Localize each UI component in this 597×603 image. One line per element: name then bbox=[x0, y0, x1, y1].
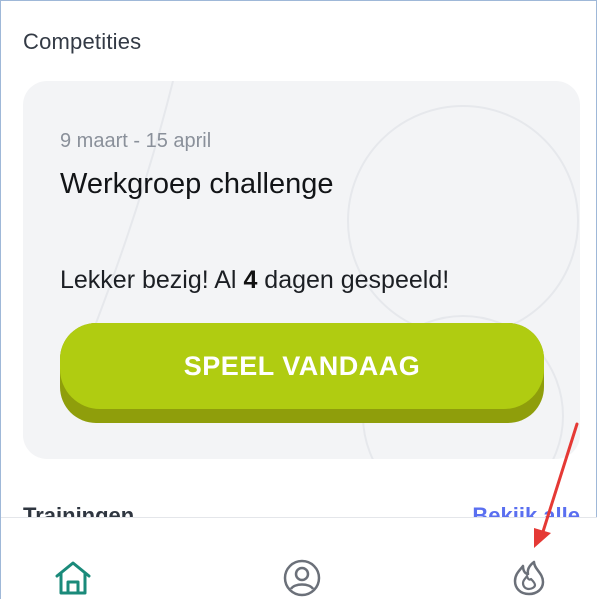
nav-competitions[interactable] bbox=[509, 558, 549, 598]
progress-message-suffix: dagen gespeeld! bbox=[257, 266, 450, 294]
app-frame: Competities 9 maart - 15 april Werkgroep… bbox=[0, 0, 597, 602]
nav-home[interactable] bbox=[53, 558, 93, 598]
home-icon bbox=[55, 561, 91, 595]
competition-date-range: 9 maart - 15 april bbox=[60, 130, 212, 152]
competition-card[interactable]: 9 maart - 15 april Werkgroep challenge L… bbox=[23, 81, 580, 459]
play-today-button-label: SPEEL VANDAAG bbox=[183, 350, 421, 381]
days-count: 4 bbox=[243, 266, 258, 294]
play-today-button[interactable]: SPEEL VANDAAG bbox=[60, 323, 544, 423]
trainings-section-header: Trainingen Bekijk alle bbox=[1, 503, 597, 517]
flame-icon bbox=[513, 560, 545, 596]
section-title: Competities bbox=[23, 29, 142, 54]
profile-icon bbox=[283, 559, 321, 597]
trainings-title: Trainingen bbox=[23, 503, 135, 517]
progress-message: Lekker bezig! Al 4 dagen gespeeld! bbox=[60, 266, 449, 295]
progress-message-prefix: Lekker bezig! Al bbox=[60, 266, 244, 294]
play-today-button-face[interactable]: SPEEL VANDAAG bbox=[60, 323, 544, 409]
competition-title: Werkgroep challenge bbox=[60, 168, 334, 200]
view-all-link[interactable]: Bekijk alle bbox=[472, 503, 580, 517]
nav-profile[interactable] bbox=[282, 558, 322, 598]
bottom-navigation bbox=[1, 517, 597, 602]
